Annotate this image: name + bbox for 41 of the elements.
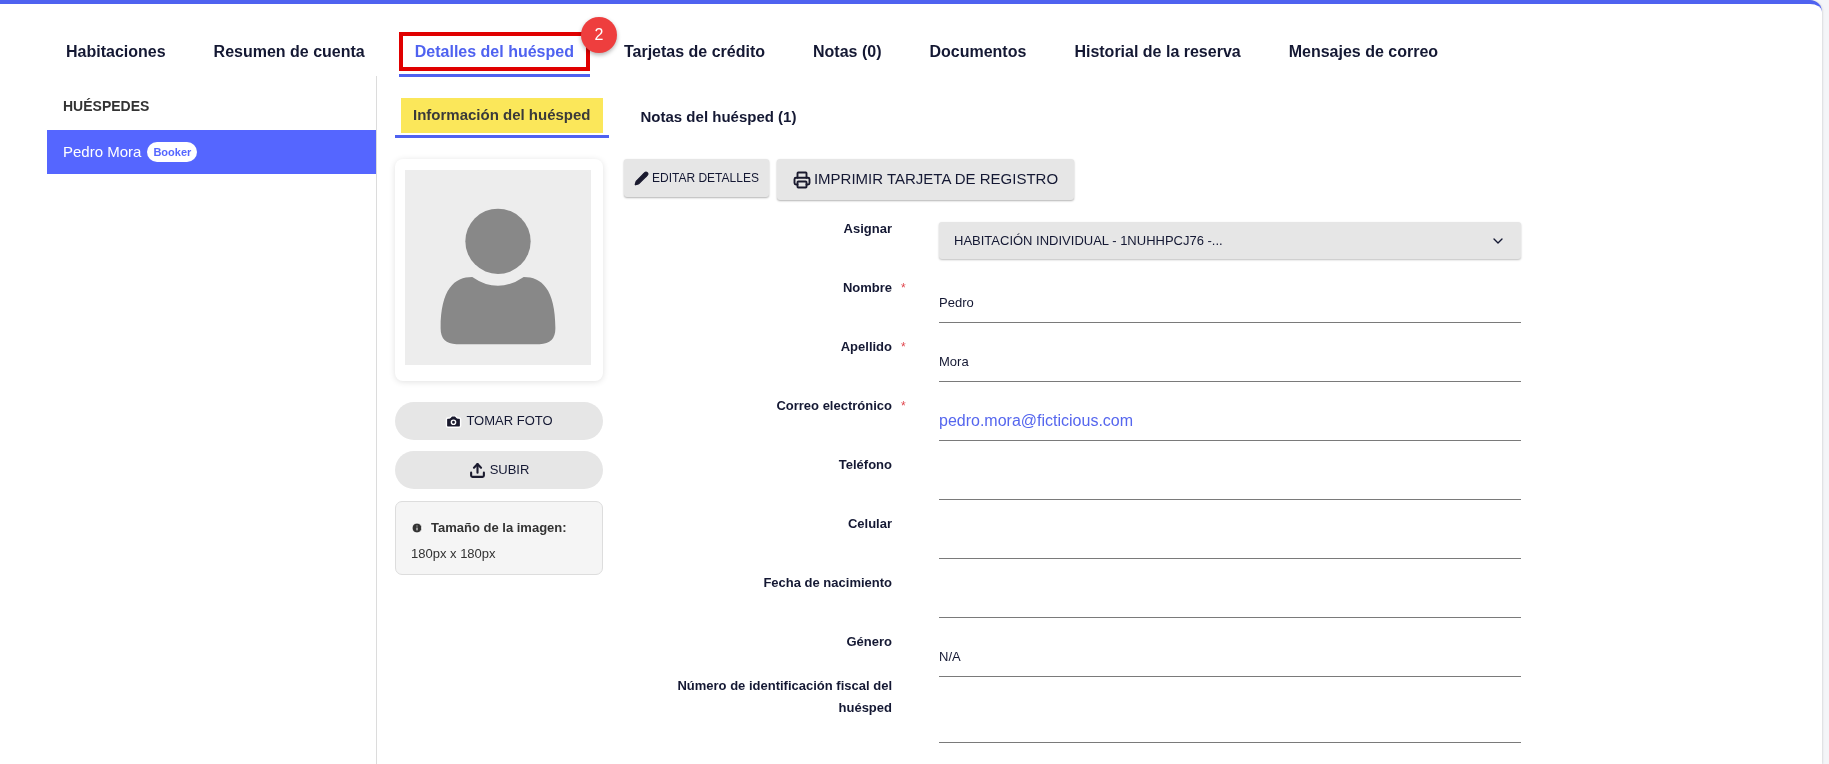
nav-tab[interactable]: Habitaciones [42,32,190,71]
booker-badge: Booker [147,141,198,163]
note-title: Tamaño de la imagen: [431,519,567,537]
step-badge: 2 [580,17,617,53]
upload-button[interactable]: SUBIR [395,451,603,489]
guest-item[interactable]: Pedro Mora Booker [47,130,376,174]
field-label: Número de identificación fiscal del huésped [677,678,892,715]
nav-tab[interactable]: Detalles del huésped [398,32,590,71]
field-label: Nombre [842,280,892,295]
field-label: Género [846,634,892,649]
text-field[interactable]: Mora [939,342,1521,382]
note-text: 180px x 180px [411,545,496,561]
field-label: Correo electrónico [776,398,892,413]
required-asterisk: * [901,341,906,353]
guest-name: Pedro Mora [63,141,142,162]
nav-tab[interactable]: Notas (0) [789,32,906,71]
text-field[interactable]: Pedro [939,283,1521,323]
required-asterisk: * [901,282,906,294]
pencil-icon [634,170,649,186]
field-label: Apellido [840,339,892,354]
edit-details-button[interactable]: EDITAR DETALLES [624,159,769,197]
field-label: Teléfono [838,457,892,472]
required-asterisk: * [901,400,906,412]
sub-tab[interactable]: Notas del huésped (1) [622,96,815,138]
sidebar-title: HUÉSPEDES [63,98,150,114]
take-photo-button[interactable]: TOMAR FOTO [395,402,603,440]
nav-tab[interactable]: Mensajes de correo [1264,32,1463,71]
room-select[interactable]: HABITACIÓN INDIVIDUAL - 1NUHHPCJ76 -... [939,222,1521,259]
field-label: Celular [847,516,892,531]
field-label: Fecha de nacimiento [763,575,892,590]
printer-icon [792,170,811,189]
text-field[interactable]: N/A [939,637,1521,677]
info-icon [411,521,423,534]
nav-tab[interactable]: Documentos [905,32,1051,71]
email-field[interactable]: pedro.mora@ficticious.com [939,401,1521,441]
print-card-button[interactable]: IMPRIMIR TARJETA DE REGISTRO [776,159,1075,200]
camera-icon [445,412,463,430]
upload-icon [468,461,486,479]
nav-tab[interactable]: Resumen de cuenta [189,32,389,71]
nav-tab[interactable]: Historial de la reserva [1050,32,1265,71]
field-label: Asignar [843,221,892,236]
